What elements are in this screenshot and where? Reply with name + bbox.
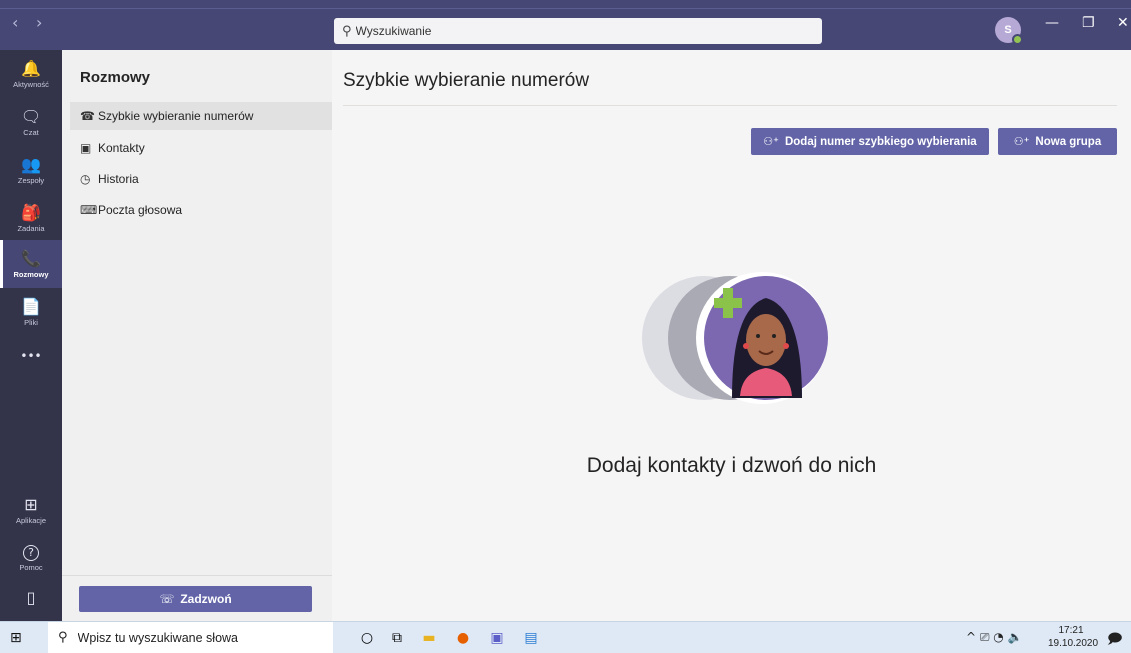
taskbar-search[interactable]: ⚲ — [48, 622, 333, 653]
search-box[interactable]: ⚲ — [334, 18, 822, 44]
call-button[interactable]: ☏ Zadzwoń — [79, 586, 312, 612]
right-earring — [783, 343, 789, 349]
rail-item-activity[interactable]: 🔔 Aktywność — [0, 50, 62, 98]
plus-icon-vertical — [723, 288, 733, 318]
phone-icon: 📞 — [21, 248, 41, 268]
rail-item-label: Rozmowy — [13, 269, 49, 279]
forward-icon[interactable]: › — [36, 13, 42, 32]
rail-item-tasks[interactable]: 🎒 Zadania — [0, 194, 62, 242]
face — [746, 314, 786, 366]
clock-date: 19.10.2020 — [1048, 638, 1099, 649]
teams-app-icon[interactable]: ▣ — [486, 628, 508, 648]
rail-item-chat[interactable]: 🗨 Czat — [0, 98, 62, 146]
add-group-icon: ⚇⁺ — [1013, 135, 1030, 148]
search-input[interactable] — [355, 24, 796, 38]
document-icon[interactable]: ▤ — [520, 628, 542, 648]
new-group-label: Nowa grupa — [1035, 135, 1102, 148]
rail-item-teams[interactable]: 👥 Zespoły — [0, 146, 62, 194]
teams-window: ‹ › ⚲ S — ❐ ✕ 🔔 Aktywność 🗨 Czat 👥 Zespo… — [0, 0, 1131, 653]
more-icon: ••• — [20, 349, 42, 363]
new-group-button[interactable]: ⚇⁺ Nowa grupa — [998, 128, 1117, 155]
tasks-icon: 🎒 — [21, 202, 41, 222]
rail-item-label: Zadania — [17, 223, 45, 233]
rail-item-device[interactable]: ▯ — [0, 578, 62, 618]
add-contact-icon: ⚇⁺ — [763, 135, 779, 148]
phone-icon: ☏ — [159, 592, 175, 606]
divider — [62, 575, 332, 576]
rail-item-label: Pomoc — [19, 562, 43, 572]
clock-time: 17:21 — [1058, 625, 1084, 636]
search-icon: ⚲ — [342, 23, 352, 39]
contact-illustration — [642, 272, 828, 404]
title-bar-inner: ‹ › ⚲ S — ❐ ✕ — [0, 8, 1131, 50]
windows-taskbar: ⊞ ⚲ ○ ⧉ ▬ ● ▣ ▤ ^ ⎚ ◔ 🔈 17:21 19.10.2020… — [0, 621, 1131, 653]
rail-item-label: Aplikacje — [15, 515, 46, 525]
history-icon: ◷ — [80, 172, 91, 186]
rail-item-label: Czat — [23, 127, 39, 137]
maximize-icon[interactable]: ❐ — [1082, 15, 1095, 31]
nav-item-label: Kontakty — [98, 141, 145, 155]
app-rail: 🔔 Aktywność 🗨 Czat 👥 Zespoły 🎒 Zadania 📞… — [0, 50, 62, 621]
minimize-icon[interactable]: — — [1045, 15, 1059, 31]
rail-item-label: Pliki — [24, 317, 38, 327]
notification-icon[interactable]: 🗩 — [1107, 628, 1123, 652]
title-bar: ‹ › ⚲ S — ❐ ✕ — [0, 0, 1131, 50]
rail-item-label: Zespoły — [17, 175, 45, 185]
firefox-icon[interactable]: ● — [452, 628, 474, 648]
nav-item-label: Historia — [98, 172, 139, 186]
file-explorer-icon[interactable]: ▬ — [418, 628, 440, 648]
back-icon[interactable]: ‹ — [12, 13, 18, 32]
task-view-icon[interactable]: ⧉ — [386, 628, 408, 648]
nav-item-voicemail[interactable]: ⌨ Poczta głosowa — [70, 196, 332, 224]
rail-item-more[interactable]: ••• — [0, 332, 62, 380]
status-badge — [1012, 34, 1023, 45]
empty-state-title: Dodaj kontakty i dzwoń do nich — [586, 454, 877, 477]
rail-item-apps[interactable]: ⊞ Aplikacje — [0, 486, 62, 534]
add-speed-dial-label: Dodaj numer szybkiego wybierania — [784, 135, 977, 148]
left-eye — [756, 334, 760, 338]
chat-icon: 🗨 — [20, 106, 42, 126]
left-earring — [743, 343, 749, 349]
rail-item-help[interactable]: ? Pomoc — [0, 534, 62, 582]
files-icon: 📄 — [21, 296, 41, 316]
pane-title: Rozmowy — [80, 69, 151, 86]
contacts-icon: ▣ — [80, 141, 92, 155]
apps-icon: ⊞ — [24, 494, 38, 514]
phone-icon: ☎ — [80, 109, 95, 123]
add-speed-dial-button[interactable]: ⚇⁺ Dodaj numer szybkiego wybierania — [751, 128, 989, 155]
device-icon: ▯ — [26, 588, 36, 607]
rail-item-label: Aktywność — [13, 79, 49, 89]
nav-item-label: Poczta głosowa — [98, 203, 183, 217]
voicemail-icon: ⌨ — [80, 203, 98, 217]
cortana-icon[interactable]: ○ — [356, 628, 378, 648]
taskbar-clock[interactable]: 17:21 19.10.2020 — [1048, 624, 1099, 650]
windows-start-icon[interactable]: ⊞ — [10, 630, 22, 646]
nav-item-contacts[interactable]: ▣ Kontakty — [70, 134, 332, 162]
right-eye — [772, 334, 776, 338]
call-button-label: Zadzwoń — [180, 592, 232, 606]
bell-icon: 🔔 — [21, 58, 41, 78]
teams-icon: 👥 — [21, 154, 41, 174]
page-title: Szybkie wybieranie numerów — [343, 70, 590, 91]
nav-item-label: Szybkie wybieranie numerów — [98, 109, 254, 123]
nav-item-history[interactable]: ◷ Historia — [70, 165, 332, 193]
rail-item-calls[interactable]: 📞 Rozmowy — [0, 240, 62, 288]
search-icon: ⚲ — [58, 630, 68, 645]
main-content: Szybkie wybieranie numerów ⚇⁺ Dodaj nume… — [332, 50, 1131, 621]
list-pane: Rozmowy ☎ Szybkie wybieranie numerów ▣ K… — [62, 50, 332, 621]
taskbar-search-input[interactable] — [77, 630, 318, 645]
system-tray-icon[interactable]: ^ ⎚ ◔ 🔈 — [966, 630, 1023, 645]
rail-item-files[interactable]: 📄 Pliki — [0, 288, 62, 336]
close-icon[interactable]: ✕ — [1117, 15, 1129, 31]
help-icon: ? — [23, 544, 39, 561]
nav-item-speed-dial[interactable]: ☎ Szybkie wybieranie numerów — [70, 102, 332, 130]
divider — [343, 105, 1117, 106]
